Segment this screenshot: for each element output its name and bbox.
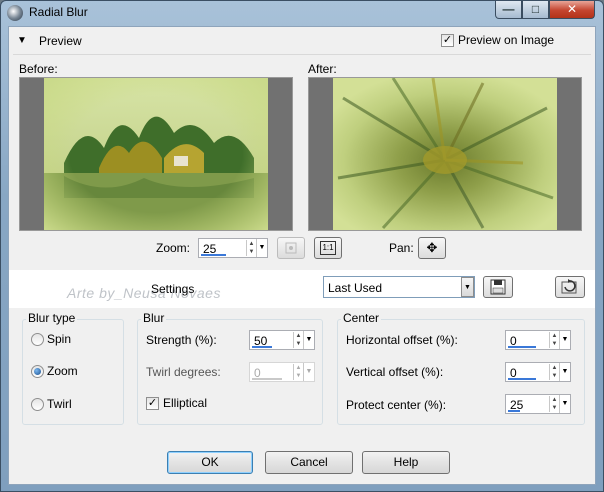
title-bar[interactable]: Radial Blur — □ ✕ bbox=[1, 1, 603, 25]
horizontal-offset-bar bbox=[508, 346, 536, 348]
pan-label: Pan: bbox=[389, 241, 414, 255]
reset-icon bbox=[561, 279, 577, 294]
before-preview[interactable] bbox=[19, 77, 293, 231]
chevron-down-icon[interactable]: ▼ bbox=[303, 331, 314, 349]
center-title: Center bbox=[341, 311, 382, 325]
protect-center-bar bbox=[508, 410, 520, 412]
dialog-client-area: ▼ Preview ✓ Preview on Image Before: Aft… bbox=[8, 26, 596, 485]
protect-center-label: Protect center (%): bbox=[346, 398, 447, 412]
maximize-button[interactable]: □ bbox=[522, 1, 549, 19]
move-icon: ✥ bbox=[426, 240, 438, 255]
window-title: Radial Blur bbox=[29, 5, 88, 19]
elliptical-label: Elliptical bbox=[163, 396, 208, 410]
blur-title: Blur bbox=[141, 311, 167, 325]
before-label: Before: bbox=[19, 62, 58, 76]
chevron-down-icon[interactable]: ▼ bbox=[461, 277, 474, 297]
zoom-radio-label: Zoom bbox=[47, 364, 78, 378]
preview-on-image-label: Preview on Image bbox=[458, 33, 555, 47]
save-preset-button[interactable] bbox=[483, 276, 513, 298]
minimize-icon: — bbox=[502, 2, 515, 16]
close-icon: ✕ bbox=[566, 2, 578, 16]
help-button[interactable]: Help bbox=[362, 451, 450, 474]
after-preview[interactable] bbox=[308, 77, 582, 231]
protect-center-input[interactable]: 25 ▲ ▼ ▼ bbox=[505, 394, 571, 414]
zoom-fit-icon bbox=[285, 242, 297, 254]
preview-on-image-checkbox[interactable]: ✓ bbox=[441, 34, 454, 47]
app-icon bbox=[7, 5, 23, 21]
spin-radio[interactable] bbox=[31, 333, 44, 346]
twirl-degrees-label: Twirl degrees: bbox=[146, 365, 221, 379]
chevron-down-icon[interactable]: ▼ bbox=[256, 239, 267, 257]
minimize-button[interactable]: — bbox=[495, 1, 522, 19]
maximize-icon: □ bbox=[531, 2, 540, 16]
vertical-offset-label: Vertical offset (%): bbox=[346, 365, 444, 379]
before-preview-image bbox=[44, 78, 268, 230]
watermark-text: Arte by_Neusa Novaes bbox=[67, 285, 221, 301]
chevron-down-icon[interactable]: ▼ bbox=[559, 395, 570, 413]
save-icon bbox=[490, 279, 506, 295]
after-label: After: bbox=[308, 62, 337, 76]
strength-level-bar bbox=[252, 346, 272, 348]
vertical-offset-input[interactable]: 0 ▲ ▼ ▼ bbox=[505, 362, 571, 382]
after-preview-image bbox=[333, 78, 557, 230]
chevron-down-icon: ▼ bbox=[303, 363, 314, 381]
chevron-down-icon[interactable]: ▼ bbox=[559, 331, 570, 349]
elliptical-checkbox[interactable]: ✓ bbox=[146, 397, 159, 410]
strength-input[interactable]: 50 ▲ ▼ ▼ bbox=[249, 330, 315, 350]
reset-button[interactable] bbox=[555, 276, 585, 298]
ok-button[interactable]: OK bbox=[167, 451, 253, 474]
vertical-offset-bar bbox=[508, 378, 536, 380]
twirl-label: Twirl bbox=[47, 397, 72, 411]
radial-blur-dialog: Radial Blur — □ ✕ ▼ Preview ✓ Preview on… bbox=[0, 0, 604, 492]
spin-label: Spin bbox=[47, 332, 72, 346]
strength-label: Strength (%): bbox=[146, 333, 217, 347]
preset-select[interactable]: Last Used ▼ bbox=[323, 276, 475, 298]
actual-size-button[interactable]: 1:1 bbox=[314, 237, 342, 259]
zoom-radio[interactable] bbox=[31, 365, 44, 378]
one-to-one-icon: 1:1 bbox=[320, 241, 336, 255]
spin-arrows-icon[interactable]: ▲ ▼ bbox=[293, 332, 303, 348]
zoom-label: Zoom: bbox=[156, 241, 191, 255]
blur-type-title: Blur type bbox=[26, 311, 78, 325]
pan-button[interactable]: ✥ bbox=[418, 237, 446, 259]
zoom-input[interactable]: 25 ▲ ▼ ▼ bbox=[198, 238, 268, 258]
spin-arrows-icon[interactable]: ▲ ▼ bbox=[246, 240, 256, 256]
twirl-level-bar bbox=[252, 378, 282, 380]
horizontal-offset-input[interactable]: 0 ▲ ▼ ▼ bbox=[505, 330, 571, 350]
zoom-level-bar bbox=[201, 254, 226, 256]
collapse-arrow-icon[interactable]: ▼ bbox=[17, 35, 27, 46]
horizontal-offset-label: Horizontal offset (%): bbox=[346, 333, 458, 347]
settings-label: Settings bbox=[151, 282, 195, 296]
zoom-to-fit-button[interactable] bbox=[277, 237, 305, 259]
twirl-degrees-input: 0 ▲ ▼ ▼ bbox=[249, 362, 315, 382]
spin-arrows-icon[interactable]: ▲ ▼ bbox=[549, 364, 559, 380]
preview-header: Preview bbox=[39, 34, 82, 48]
cancel-button[interactable]: Cancel bbox=[265, 451, 353, 474]
spin-arrows-icon[interactable]: ▲ ▼ bbox=[549, 396, 559, 412]
twirl-radio[interactable] bbox=[31, 398, 44, 411]
spin-arrows-icon: ▲ ▼ bbox=[293, 364, 303, 380]
close-button[interactable]: ✕ bbox=[549, 1, 595, 19]
preset-value: Last Used bbox=[328, 281, 383, 295]
chevron-down-icon[interactable]: ▼ bbox=[559, 363, 570, 381]
spin-arrows-icon[interactable]: ▲ ▼ bbox=[549, 332, 559, 348]
divider bbox=[13, 54, 591, 55]
